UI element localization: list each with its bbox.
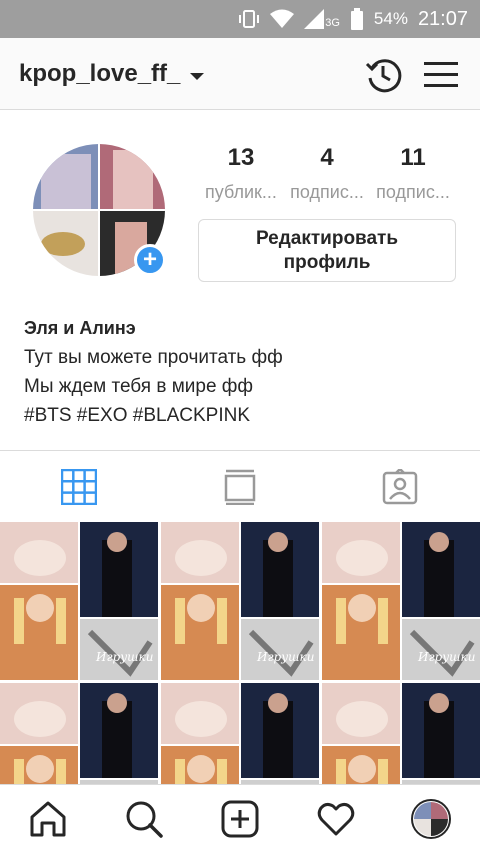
search-icon[interactable] [124, 799, 164, 839]
network-type: 3G [325, 17, 340, 29]
grid-icon[interactable] [61, 469, 97, 505]
following-count[interactable]: 11 подпис... [368, 144, 458, 203]
post-thumbnail[interactable]: Игрушки [0, 522, 158, 680]
battery-percent: 54% [373, 9, 408, 28]
watermark: Игрушки [96, 650, 154, 664]
clock: 21:07 [417, 7, 468, 30]
posts-grid: ИгрушкиИгрушкиИгрушкиИгрушкиИгрушкиИгруш… [0, 522, 480, 784]
post-thumbnail[interactable]: Игрушки [322, 683, 480, 784]
account-switcher[interactable]: kpop_love_ff_ [19, 60, 205, 88]
tagged-icon[interactable] [382, 469, 418, 505]
chevron-down-icon [190, 72, 205, 80]
activity-icon[interactable] [316, 799, 356, 839]
username: kpop_love_ff_ [19, 60, 181, 87]
profile-bio: Эля и Алинэ Тут вы можете прочитать фф М… [24, 314, 283, 430]
following-label: подпис... [376, 182, 450, 202]
followers-label: подпис... [290, 182, 364, 202]
wifi-icon [270, 9, 295, 28]
post-thumbnail[interactable]: Игрушки [0, 683, 158, 784]
signal-icon [304, 9, 325, 29]
following-value: 11 [400, 144, 426, 171]
watermark: Игрушки [257, 650, 315, 664]
bio-line: Тут вы можете прочитать фф [24, 347, 283, 368]
profile-name: Эля и Алинэ [24, 318, 136, 338]
home-icon[interactable] [28, 799, 68, 839]
followers-value: 4 [320, 144, 334, 171]
bottom-navigation [0, 784, 480, 854]
history-icon[interactable] [364, 56, 402, 94]
add-story-button[interactable]: + [134, 244, 166, 276]
posts-label: публик... [205, 182, 277, 202]
menu-icon[interactable] [424, 60, 458, 90]
followers-count[interactable]: 4 подпис... [282, 144, 372, 203]
profile-tabs [0, 450, 480, 522]
post-thumbnail[interactable]: Игрушки [161, 683, 319, 784]
status-bar: 3G 54% 21:07 [0, 0, 480, 38]
posts-value: 13 [227, 144, 255, 171]
posts-count[interactable]: 13 публик... [196, 144, 286, 203]
add-post-icon[interactable] [220, 799, 260, 839]
battery-icon [350, 8, 363, 30]
post-thumbnail[interactable]: Игрушки [161, 522, 319, 680]
feed-icon[interactable] [222, 469, 258, 505]
vibrate-icon [239, 10, 260, 28]
edit-profile-button[interactable]: Редактировать профиль [198, 219, 456, 282]
bio-hashtags[interactable]: #BTS #EXO #BLACKPINK [24, 401, 283, 430]
bio-line: Мы ждем тебя в мире фф [24, 376, 254, 397]
watermark: Игрушки [418, 650, 476, 664]
profile-header: kpop_love_ff_ [0, 38, 480, 110]
profile-avatar[interactable] [411, 799, 451, 839]
post-thumbnail[interactable]: Игрушки [322, 522, 480, 680]
